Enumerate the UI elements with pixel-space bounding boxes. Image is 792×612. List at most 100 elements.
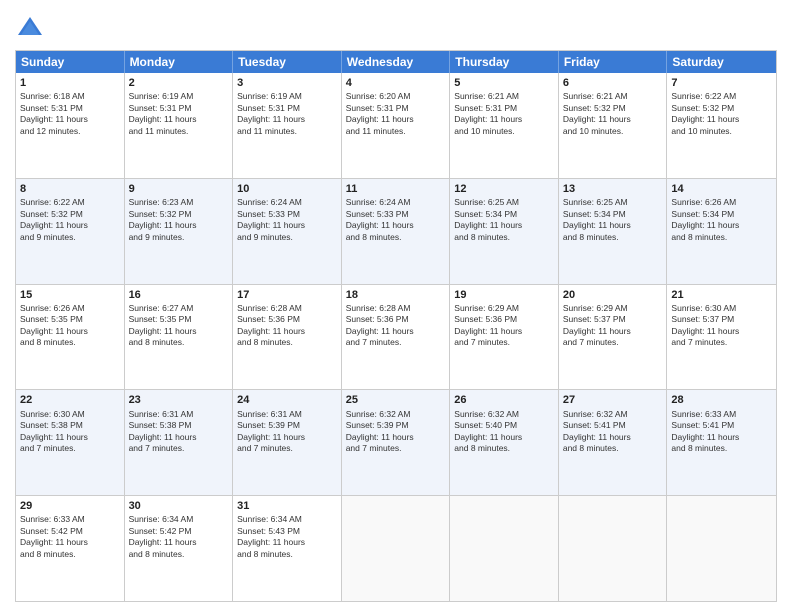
cell-line: Sunset: 5:31 PM: [129, 103, 229, 114]
day-number: 22: [20, 393, 120, 407]
cell-line: Sunset: 5:32 PM: [20, 209, 120, 220]
calendar: SundayMondayTuesdayWednesdayThursdayFrid…: [15, 50, 777, 602]
calendar-week-2: 8Sunrise: 6:22 AMSunset: 5:32 PMDaylight…: [16, 179, 776, 285]
cell-line: Daylight: 11 hours: [454, 114, 554, 125]
cell-line: Sunrise: 6:20 AM: [346, 91, 446, 102]
day-number: 13: [563, 182, 663, 196]
cell-line: Sunrise: 6:31 AM: [129, 409, 229, 420]
cell-line: Sunrise: 6:24 AM: [346, 197, 446, 208]
cell-line: and 8 minutes.: [563, 232, 663, 243]
cell-line: Daylight: 11 hours: [20, 220, 120, 231]
cell-line: and 8 minutes.: [563, 443, 663, 454]
day-number: 21: [671, 288, 772, 302]
day-cell-20: 20Sunrise: 6:29 AMSunset: 5:37 PMDayligh…: [559, 285, 668, 390]
cell-line: Sunrise: 6:34 AM: [129, 514, 229, 525]
cell-line: Sunrise: 6:22 AM: [20, 197, 120, 208]
cell-line: and 8 minutes.: [454, 232, 554, 243]
day-number: 23: [129, 393, 229, 407]
cell-line: Sunset: 5:39 PM: [237, 420, 337, 431]
cell-line: Sunset: 5:42 PM: [20, 526, 120, 537]
day-number: 5: [454, 76, 554, 90]
cell-line: and 7 minutes.: [20, 443, 120, 454]
day-number: 30: [129, 499, 229, 513]
cell-line: Daylight: 11 hours: [346, 326, 446, 337]
cell-line: Daylight: 11 hours: [20, 114, 120, 125]
cell-line: Sunrise: 6:25 AM: [454, 197, 554, 208]
cell-line: Sunrise: 6:28 AM: [237, 303, 337, 314]
cell-line: and 8 minutes.: [454, 443, 554, 454]
cell-line: and 11 minutes.: [346, 126, 446, 137]
cell-line: and 11 minutes.: [129, 126, 229, 137]
header-cell-saturday: Saturday: [667, 51, 776, 73]
day-number: 3: [237, 76, 337, 90]
cell-line: Sunrise: 6:26 AM: [20, 303, 120, 314]
day-cell-21: 21Sunrise: 6:30 AMSunset: 5:37 PMDayligh…: [667, 285, 776, 390]
cell-line: Sunset: 5:31 PM: [20, 103, 120, 114]
day-number: 12: [454, 182, 554, 196]
day-number: 15: [20, 288, 120, 302]
day-number: 18: [346, 288, 446, 302]
cell-line: Daylight: 11 hours: [346, 114, 446, 125]
cell-line: Sunrise: 6:25 AM: [563, 197, 663, 208]
cell-line: and 7 minutes.: [454, 337, 554, 348]
cell-line: Daylight: 11 hours: [671, 326, 772, 337]
calendar-week-1: 1Sunrise: 6:18 AMSunset: 5:31 PMDaylight…: [16, 73, 776, 179]
cell-line: Sunset: 5:33 PM: [346, 209, 446, 220]
day-cell-31: 31Sunrise: 6:34 AMSunset: 5:43 PMDayligh…: [233, 496, 342, 601]
cell-line: Daylight: 11 hours: [129, 114, 229, 125]
cell-line: Sunset: 5:36 PM: [346, 314, 446, 325]
day-cell-26: 26Sunrise: 6:32 AMSunset: 5:40 PMDayligh…: [450, 390, 559, 495]
calendar-header: SundayMondayTuesdayWednesdayThursdayFrid…: [16, 51, 776, 73]
cell-line: and 8 minutes.: [671, 443, 772, 454]
cell-line: and 12 minutes.: [20, 126, 120, 137]
day-cell-1: 1Sunrise: 6:18 AMSunset: 5:31 PMDaylight…: [16, 73, 125, 178]
cell-line: Sunrise: 6:29 AM: [563, 303, 663, 314]
day-cell-6: 6Sunrise: 6:21 AMSunset: 5:32 PMDaylight…: [559, 73, 668, 178]
cell-line: Sunrise: 6:28 AM: [346, 303, 446, 314]
cell-line: and 7 minutes.: [129, 443, 229, 454]
cell-line: Sunset: 5:38 PM: [129, 420, 229, 431]
day-number: 20: [563, 288, 663, 302]
day-cell-3: 3Sunrise: 6:19 AMSunset: 5:31 PMDaylight…: [233, 73, 342, 178]
cell-line: and 8 minutes.: [129, 549, 229, 560]
empty-cell: [559, 496, 668, 601]
cell-line: Sunrise: 6:34 AM: [237, 514, 337, 525]
cell-line: Sunrise: 6:32 AM: [346, 409, 446, 420]
cell-line: Daylight: 11 hours: [237, 114, 337, 125]
header-cell-friday: Friday: [559, 51, 668, 73]
calendar-week-3: 15Sunrise: 6:26 AMSunset: 5:35 PMDayligh…: [16, 285, 776, 391]
cell-line: Daylight: 11 hours: [237, 537, 337, 548]
cell-line: Daylight: 11 hours: [129, 326, 229, 337]
cell-line: Sunset: 5:31 PM: [346, 103, 446, 114]
cell-line: Sunset: 5:35 PM: [129, 314, 229, 325]
empty-cell: [667, 496, 776, 601]
cell-line: and 8 minutes.: [671, 232, 772, 243]
cell-line: Sunrise: 6:32 AM: [454, 409, 554, 420]
cell-line: Daylight: 11 hours: [671, 220, 772, 231]
cell-line: Sunrise: 6:21 AM: [563, 91, 663, 102]
cell-line: and 7 minutes.: [237, 443, 337, 454]
header-cell-wednesday: Wednesday: [342, 51, 451, 73]
cell-line: Sunset: 5:34 PM: [454, 209, 554, 220]
day-cell-4: 4Sunrise: 6:20 AMSunset: 5:31 PMDaylight…: [342, 73, 451, 178]
cell-line: and 7 minutes.: [346, 337, 446, 348]
cell-line: Sunrise: 6:30 AM: [20, 409, 120, 420]
cell-line: Sunset: 5:34 PM: [563, 209, 663, 220]
cell-line: Daylight: 11 hours: [454, 326, 554, 337]
cell-line: Sunset: 5:33 PM: [237, 209, 337, 220]
day-number: 29: [20, 499, 120, 513]
cell-line: Sunrise: 6:21 AM: [454, 91, 554, 102]
cell-line: Sunrise: 6:26 AM: [671, 197, 772, 208]
cell-line: Daylight: 11 hours: [20, 432, 120, 443]
cell-line: Daylight: 11 hours: [20, 537, 120, 548]
day-cell-30: 30Sunrise: 6:34 AMSunset: 5:42 PMDayligh…: [125, 496, 234, 601]
cell-line: Daylight: 11 hours: [129, 432, 229, 443]
calendar-body: 1Sunrise: 6:18 AMSunset: 5:31 PMDaylight…: [16, 73, 776, 601]
day-number: 31: [237, 499, 337, 513]
cell-line: Sunrise: 6:24 AM: [237, 197, 337, 208]
day-number: 2: [129, 76, 229, 90]
day-cell-24: 24Sunrise: 6:31 AMSunset: 5:39 PMDayligh…: [233, 390, 342, 495]
cell-line: Daylight: 11 hours: [237, 220, 337, 231]
cell-line: Sunset: 5:39 PM: [346, 420, 446, 431]
logo-icon: [15, 14, 45, 44]
